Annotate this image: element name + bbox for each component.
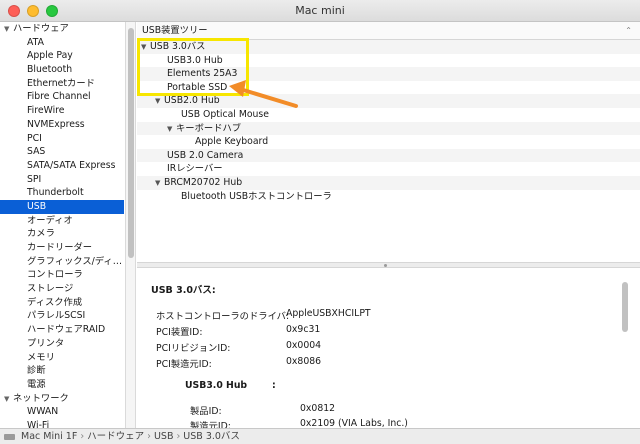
annotation-arrow-icon <box>229 80 298 108</box>
